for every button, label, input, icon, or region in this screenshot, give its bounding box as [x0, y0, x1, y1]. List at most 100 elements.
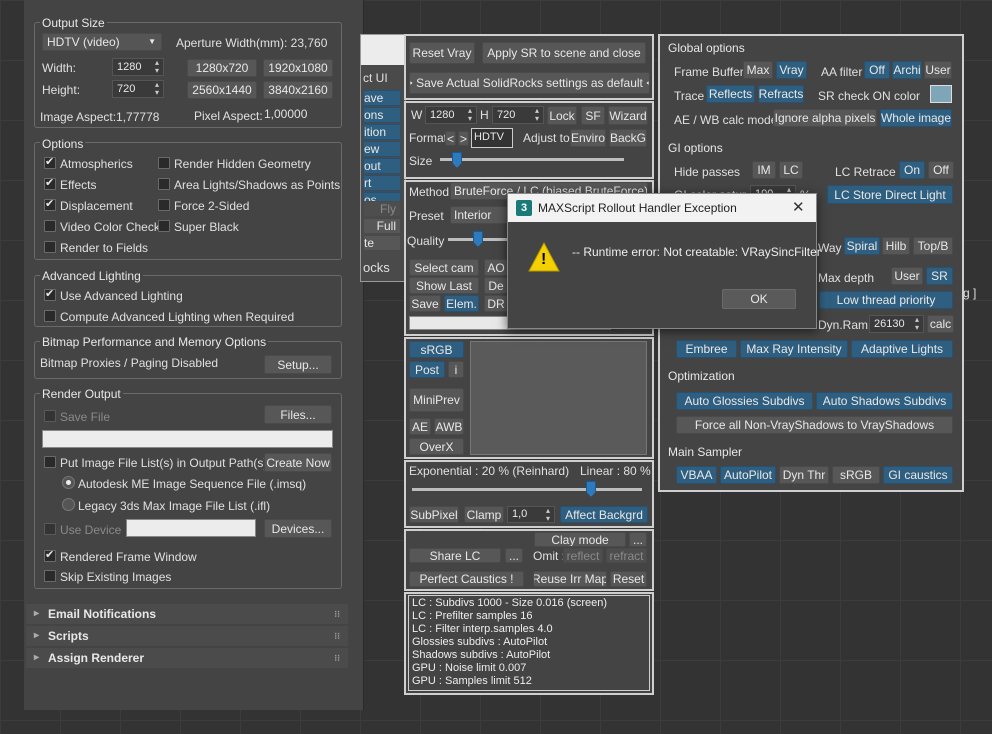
- sf-button[interactable]: SF: [581, 106, 605, 125]
- save-button[interactable]: Save: [409, 295, 441, 312]
- devices-button[interactable]: Devices...: [264, 519, 332, 538]
- save-file-checkbox[interactable]: [44, 410, 56, 422]
- wizard-button[interactable]: Wizard: [608, 106, 648, 125]
- max-depth-user-button[interactable]: User: [891, 267, 923, 285]
- de-button[interactable]: De: [484, 277, 508, 294]
- back-item-button[interactable]: ave: [363, 90, 401, 106]
- back-item-button[interactable]: Fly: [363, 201, 401, 217]
- lock-button[interactable]: Lock: [547, 106, 577, 125]
- dyn-ram-spinner[interactable]: 26130: [869, 315, 924, 333]
- device-field[interactable]: [126, 519, 256, 537]
- awb-button[interactable]: AWB: [434, 418, 464, 435]
- select-cam-button[interactable]: Select cam: [409, 259, 479, 276]
- fb-vray-button[interactable]: Vray: [776, 61, 807, 79]
- sr-check-color-swatch[interactable]: [930, 85, 952, 103]
- preset-2560x1440-button[interactable]: 2560x1440: [187, 81, 257, 99]
- create-now-button[interactable]: Create Now: [264, 453, 332, 472]
- hide-im-button[interactable]: IM: [752, 161, 776, 179]
- height-spinner[interactable]: 720: [112, 80, 164, 98]
- preset-dropdown[interactable]: Interior: [450, 206, 510, 224]
- overx-button[interactable]: OverX: [409, 438, 464, 455]
- lc-retrace-on-button[interactable]: On: [899, 161, 925, 179]
- show-last-button[interactable]: Show Last: [409, 277, 479, 294]
- autodesk-imsq-radio[interactable]: [62, 476, 75, 489]
- way-hilb-button[interactable]: Hilb: [882, 237, 910, 255]
- dyn-thr-button[interactable]: Dyn Thr: [779, 466, 829, 484]
- adaptive-lights-button[interactable]: Adaptive Lights: [851, 340, 953, 358]
- force-vrayshadows-button[interactable]: Force all Non-VrayShadows to VrayShadows: [676, 416, 953, 434]
- max-depth-sr-button[interactable]: SR: [926, 267, 953, 285]
- super-black-checkbox[interactable]: [158, 220, 170, 232]
- preset-1920x1080-button[interactable]: 1920x1080: [263, 59, 333, 77]
- close-icon[interactable]: ✕: [792, 198, 805, 216]
- whole-image-button[interactable]: Whole image: [880, 109, 952, 127]
- max-ray-intensity-button[interactable]: Max Ray Intensity: [740, 340, 848, 358]
- fb-max-button[interactable]: Max: [743, 61, 773, 79]
- ignore-alpha-button[interactable]: Ignore alpha pixels: [773, 109, 877, 127]
- back-item-button[interactable]: Full: [363, 218, 401, 234]
- autopilot-button[interactable]: AutoPilot: [720, 466, 776, 484]
- assign-renderer-rollout[interactable]: Assign Renderer: [26, 648, 348, 668]
- sampler-srgb-button[interactable]: sRGB: [832, 466, 880, 484]
- reset-button[interactable]: Reset: [610, 571, 647, 587]
- ok-button[interactable]: OK: [722, 289, 796, 309]
- legacy-ifl-radio[interactable]: [62, 498, 75, 511]
- way-topb-button[interactable]: Top/B: [913, 237, 953, 255]
- format-field[interactable]: HDTV: [471, 128, 513, 148]
- hide-lc-button[interactable]: LC: [779, 161, 803, 179]
- use-advanced-lighting-checkbox[interactable]: [44, 287, 56, 301]
- render-hidden-checkbox[interactable]: [158, 157, 170, 169]
- area-lights-checkbox[interactable]: [158, 178, 170, 190]
- share-lc-button[interactable]: Share LC: [409, 548, 501, 563]
- gi-caustics-button[interactable]: GI caustics: [883, 466, 953, 484]
- back-item-button[interactable]: rt: [363, 175, 401, 191]
- setup-button[interactable]: Setup...: [264, 355, 332, 374]
- preset-3840x2160-button[interactable]: 3840x2160: [263, 81, 333, 99]
- miniprev-button[interactable]: MiniPrev: [409, 388, 464, 412]
- auto-shadows-subdivs-button[interactable]: Auto Shadows Subdivs: [816, 392, 953, 410]
- force-2sided-checkbox[interactable]: [158, 199, 170, 211]
- put-image-list-checkbox[interactable]: [44, 456, 56, 468]
- omit-refract-button[interactable]: refract: [606, 548, 647, 563]
- output-path-field[interactable]: [42, 430, 333, 448]
- back-item-button[interactable]: ew: [363, 141, 401, 157]
- render-fields-checkbox[interactable]: [44, 241, 56, 253]
- trace-refracts-button[interactable]: Refracts: [758, 85, 804, 103]
- aa-archi-button[interactable]: Archi: [892, 61, 922, 79]
- files-button[interactable]: Files...: [264, 405, 332, 424]
- format-prev-button[interactable]: <: [445, 131, 456, 146]
- atmospherics-checkbox[interactable]: [44, 155, 56, 169]
- apply-sr-button[interactable]: Apply SR to scene and close: [482, 42, 646, 64]
- clamp-button[interactable]: Clamp: [464, 506, 504, 523]
- width-spinner[interactable]: 1280: [112, 58, 164, 76]
- back-item-button[interactable]: ons: [363, 107, 401, 123]
- ao-button[interactable]: AO: [484, 259, 508, 276]
- w-spinner[interactable]: 1280: [425, 106, 477, 124]
- backg-button[interactable]: BackG: [609, 129, 647, 147]
- effects-checkbox[interactable]: [44, 176, 56, 190]
- vbaa-button[interactable]: VBAA: [676, 466, 717, 484]
- rendered-frame-window-checkbox[interactable]: [44, 548, 56, 562]
- back-item-button[interactable]: te: [363, 235, 401, 251]
- info-button[interactable]: i: [448, 361, 464, 378]
- use-device-checkbox[interactable]: [44, 523, 56, 535]
- clay-mode-button[interactable]: Clay mode: [534, 532, 626, 547]
- output-size-preset-dropdown[interactable]: HDTV (video) ▼: [42, 33, 162, 51]
- video-color-check-checkbox[interactable]: [44, 220, 56, 232]
- email-notifications-rollout[interactable]: Email Notifications: [26, 604, 348, 624]
- dyn-ram-calc-button[interactable]: calc: [927, 315, 954, 333]
- trace-reflects-button[interactable]: Reflects: [706, 85, 755, 103]
- dr-button[interactable]: DR: [484, 295, 508, 312]
- skip-existing-checkbox[interactable]: [44, 570, 56, 582]
- dialog-titlebar[interactable]: 3 MAXScript Rollout Handler Exception ✕: [508, 194, 816, 222]
- subpixel-button[interactable]: SubPixel: [409, 506, 459, 523]
- clamp-spinner[interactable]: 1,0: [507, 506, 555, 523]
- post-button[interactable]: Post: [409, 361, 445, 378]
- lc-retrace-off-button[interactable]: Off: [928, 161, 954, 179]
- way-spiral-button[interactable]: Spiral: [844, 237, 880, 255]
- format-next-button[interactable]: >: [458, 131, 469, 146]
- reset-vray-button[interactable]: Reset Vray: [409, 42, 475, 64]
- omit-reflect-button[interactable]: reflect: [563, 548, 603, 563]
- affect-backgrd-button[interactable]: Affect Backgrd: [560, 506, 648, 523]
- perfect-caustics-button[interactable]: Perfect Caustics !: [409, 571, 524, 587]
